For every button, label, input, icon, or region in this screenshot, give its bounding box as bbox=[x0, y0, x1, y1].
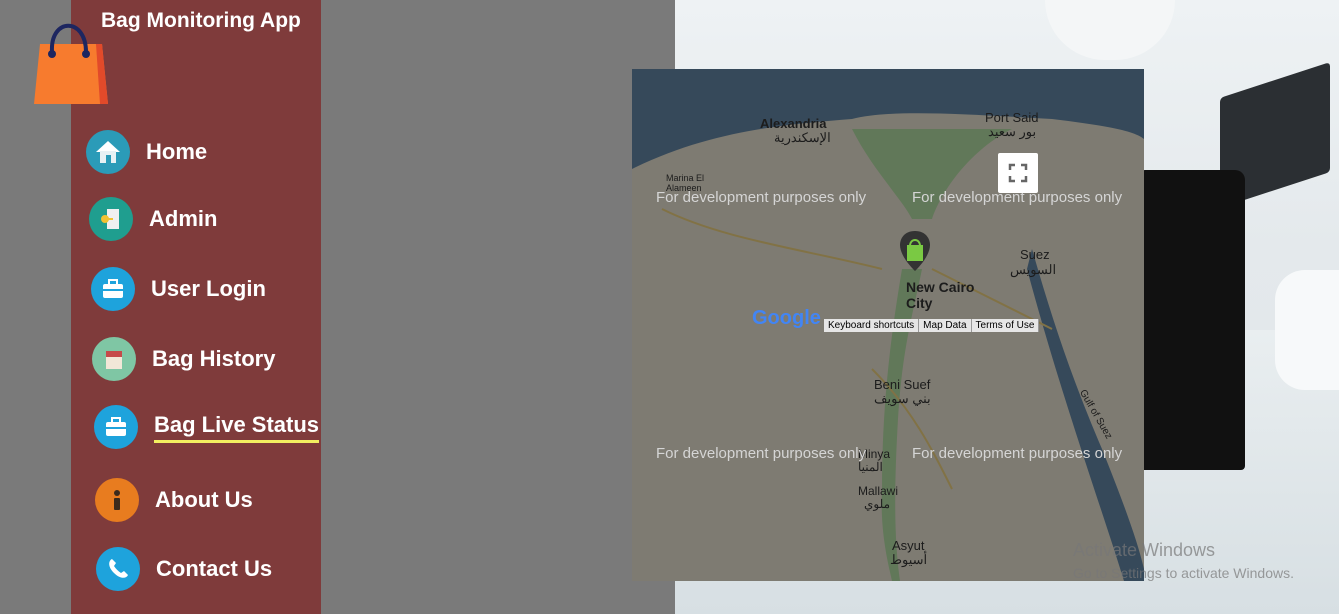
dev-watermark: For development purposes only bbox=[912, 445, 1123, 462]
phone-icon bbox=[96, 547, 140, 591]
map-label-alexandria: Alexandria bbox=[760, 116, 827, 131]
map-data-link[interactable]: Map Data bbox=[919, 319, 972, 332]
nav-contact-us[interactable]: Contact Us bbox=[96, 547, 272, 591]
nav-bag-history[interactable]: Bag History bbox=[92, 337, 275, 381]
map-label-asyut-ar: أسيوط bbox=[890, 552, 928, 567]
admin-key-icon bbox=[89, 197, 133, 241]
map-label-asyut: Asyut bbox=[892, 538, 925, 553]
map-view[interactable]: Alexandria الإسكندرية Port Said بور سعيد… bbox=[632, 69, 1144, 581]
nav-contact-us-label: Contact Us bbox=[156, 556, 273, 581]
nav-bag-live-status-label: Bag Live Status bbox=[154, 412, 320, 443]
nav-home-label: Home bbox=[146, 139, 208, 164]
map-label-minya-ar: المنيا bbox=[858, 460, 883, 474]
nav-bag-history-label: Bag History bbox=[152, 346, 276, 371]
nav-bag-live-status[interactable]: Bag Live Status bbox=[94, 405, 320, 449]
map-label-beni-suef: Beni Suef bbox=[874, 377, 931, 392]
keyboard-shortcuts-link[interactable]: Keyboard shortcuts bbox=[824, 319, 920, 332]
shopping-bag-logo-icon bbox=[34, 23, 108, 104]
dev-watermark: For development purposes only bbox=[656, 445, 867, 462]
background-bag bbox=[1135, 170, 1245, 470]
dev-watermark: For development purposes only bbox=[656, 189, 867, 206]
fullscreen-button[interactable] bbox=[998, 153, 1038, 193]
nav-user-login[interactable]: User Login bbox=[91, 267, 266, 311]
background-papers bbox=[1275, 270, 1339, 390]
nav-admin[interactable]: Admin bbox=[89, 197, 217, 241]
bag-location-marker-icon[interactable] bbox=[898, 229, 932, 273]
home-icon bbox=[86, 130, 130, 174]
activate-windows-watermark: Activate Windows Go to Settings to activ… bbox=[1073, 540, 1294, 581]
map-label-mallawi: Mallawi bbox=[858, 484, 899, 498]
fullscreen-icon bbox=[1008, 163, 1028, 183]
activate-windows-title: Activate Windows bbox=[1073, 540, 1216, 560]
briefcase-icon bbox=[94, 405, 138, 449]
nav-about-us-label: About Us bbox=[155, 487, 253, 512]
app-title: Bag Monitoring App bbox=[101, 9, 301, 32]
nav-home[interactable]: Home bbox=[86, 130, 207, 174]
nav-user-login-label: User Login bbox=[151, 276, 266, 301]
google-logo-text: Google bbox=[752, 307, 821, 329]
briefcase-icon bbox=[91, 267, 135, 311]
activate-windows-subtitle: Go to Settings to activate Windows. bbox=[1073, 565, 1294, 581]
info-icon bbox=[95, 478, 139, 522]
terms-of-use-link[interactable]: Terms of Use bbox=[971, 319, 1040, 332]
background-sleeve bbox=[1045, 0, 1175, 60]
nav-about-us[interactable]: About Us bbox=[95, 478, 253, 522]
map-label-suez-ar: السويس bbox=[1010, 262, 1057, 277]
map-label-mallawi-ar: ملوي bbox=[864, 497, 890, 511]
map-label-suez: Suez bbox=[1020, 247, 1050, 262]
map-label-port-said-ar: بور سعيد bbox=[988, 124, 1037, 139]
nav-admin-label: Admin bbox=[149, 206, 218, 231]
map-footer-links: Keyboard shortcuts Map Data Terms of Use bbox=[824, 319, 1040, 332]
google-logo: Google bbox=[752, 307, 821, 330]
bag-history-icon bbox=[92, 337, 136, 381]
map-label-alexandria-ar: الإسكندرية bbox=[774, 130, 831, 145]
map-label-new-cairo: New Cairo City bbox=[906, 279, 975, 311]
map-label-port-said: Port Said bbox=[985, 110, 1039, 125]
map-label-beni-suef-ar: بني سويف bbox=[874, 391, 931, 406]
